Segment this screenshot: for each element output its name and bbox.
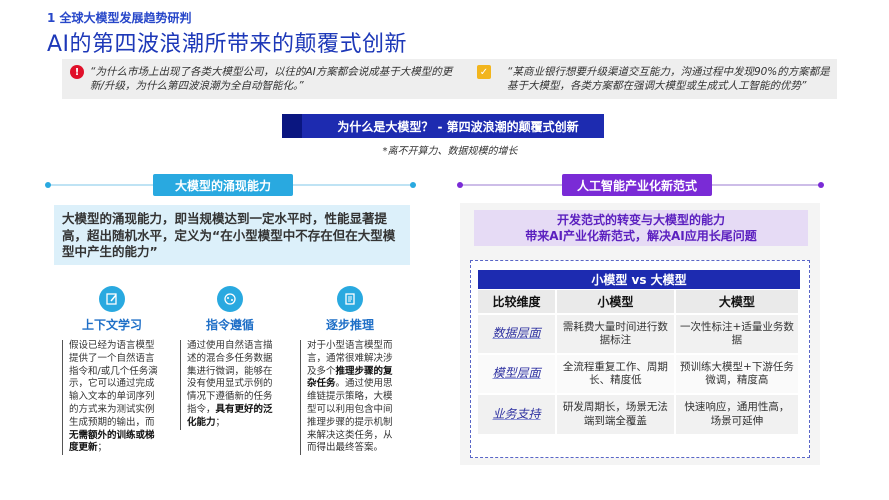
ability-title: 指令遵循 <box>205 318 254 332</box>
column-header: 比较维度 <box>478 290 557 314</box>
left-divider-dot-start <box>45 182 51 188</box>
paradigm-header-line2: 带来AI产业化新范式，解决AI应用长尾问题 <box>525 229 757 243</box>
ability-body: 假设已经为语言模型提供了一个自然语言指令和/或几个任务演示，它可以通过完成输入文… <box>62 340 162 456</box>
ability-body: 通过使用自然语言描述的混合多任务数据集进行微调，能够在没有使用显式示例的情况下遵… <box>180 340 280 430</box>
banner: 为什么是大模型？ - 第四波浪潮的颠覆式创新 <box>282 114 604 138</box>
edit-icon <box>99 286 125 312</box>
right-divider-dot-start <box>457 182 463 188</box>
ability-in-context-learning: 上下文学习 <box>57 286 167 333</box>
section-label: 1 全球大模型发展趋势研判 <box>47 11 192 25</box>
column-header: 大模型 <box>674 290 801 314</box>
comparison-title: 小模型 vs 大模型 <box>478 270 800 289</box>
check-icon: ✓ <box>477 65 491 79</box>
table-cell: 快速响应，通用性高，场景可延伸 <box>674 393 801 434</box>
banner-note: *离不开算力、数据规模的增长 <box>382 146 518 157</box>
dimension-cell: 数据层面 <box>478 313 557 354</box>
table-row: 业务支持 研发周期长，场景无法端到端全覆盖 快速响应，通用性高，场景可延伸 <box>478 393 801 434</box>
ability-title: 上下文学习 <box>81 318 142 332</box>
brain-icon <box>217 286 243 312</box>
table-cell: 预训练大模型+下游任务微调，精度高 <box>674 353 801 394</box>
left-divider-dot-end <box>410 182 416 188</box>
table-row: 数据层面 需耗费大量时间进行数据标注 一次性标注+适量业务数据 <box>478 313 801 354</box>
table-cell: 全流程重复工作、周期长、精度低 <box>556 353 676 394</box>
table-cell: 研发周期长，场景无法端到端全覆盖 <box>556 393 676 434</box>
banner-accent <box>282 114 302 138</box>
banner-title: 为什么是大模型？ - 第四波浪潮的颠覆式创新 <box>337 119 579 134</box>
right-section-title: 人工智能产业化新范式 <box>562 174 712 196</box>
right-divider-dot-end <box>818 182 824 188</box>
column-header: 小模型 <box>556 290 676 314</box>
quote-right: “某商业银行想要升级渠道交互能力，沟通过程中发现90%的方案都是基于大模型，各类… <box>507 66 830 92</box>
paradigm-header: 开发范式的转变与大模型的能力 带来AI产业化新范式，解决AI应用长尾问题 <box>474 210 808 246</box>
emergence-description: 大模型的涌现能力，即当规模达到一定水平时，性能显著提高，超出随机水平，定义为“在… <box>54 205 410 265</box>
table-cell: 需耗费大量时间进行数据标注 <box>556 313 676 354</box>
page-title: AI的第四波浪潮所带来的颠覆式创新 <box>47 32 408 57</box>
document-icon <box>337 286 363 312</box>
dimension-cell: 模型层面 <box>478 353 557 394</box>
ability-title: 逐步推理 <box>325 318 374 332</box>
table-row: 模型层面 全流程重复工作、周期长、精度低 预训练大模型+下游任务微调，精度高 <box>478 353 801 394</box>
ability-instruction-following: 指令遵循 <box>175 286 285 333</box>
comparison-table: 比较维度 小模型 大模型 数据层面 需耗费大量时间进行数据标注 一次性标注+适量… <box>478 290 801 434</box>
ability-body: 对于小型语言模型而言，通常很难解决涉及多个推理步骤的复杂任务。通过使用思维链提示… <box>300 340 400 456</box>
dimension-cell: 业务支持 <box>478 393 557 434</box>
table-cell: 一次性标注+适量业务数据 <box>674 313 801 354</box>
quote-bar: ! “为什么市场上出现了各类大模型公司，以往的AI方案都会说成基于大模型的更新/… <box>62 59 837 99</box>
ability-step-by-step-reasoning: 逐步推理 <box>295 286 405 333</box>
alert-icon: ! <box>70 65 84 79</box>
paradigm-header-line1: 开发范式的转变与大模型的能力 <box>556 213 725 227</box>
quote-left: “为什么市场上出现了各类大模型公司，以往的AI方案都会说成基于大模型的更新/升级… <box>90 66 453 92</box>
left-section-title: 大模型的涌现能力 <box>153 174 293 196</box>
